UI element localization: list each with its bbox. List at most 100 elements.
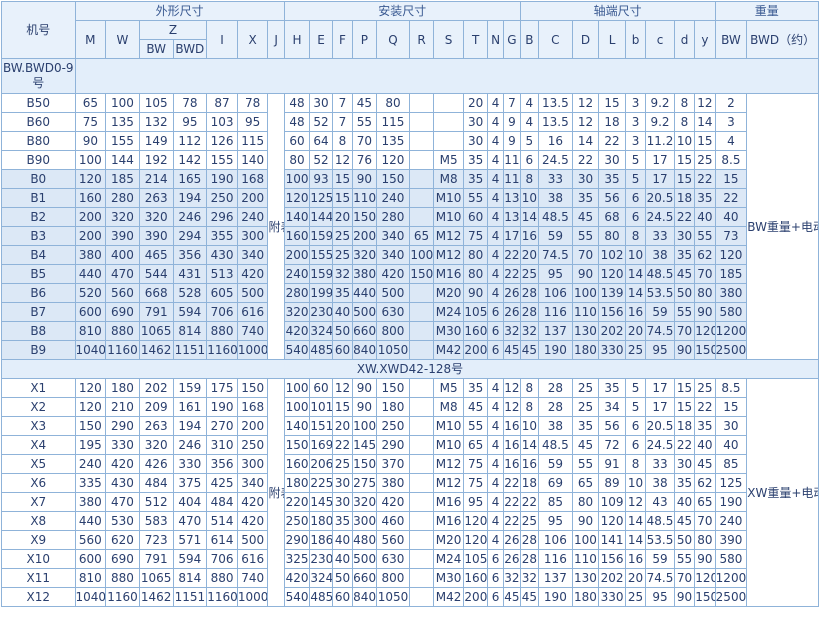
- col-b: b: [624, 20, 647, 59]
- table-row: B0 120 185 214 165 190 168 100 93 15 90 150 M8 35 4 11 8…: [1, 169, 819, 189]
- col-T: T: [463, 20, 488, 59]
- value-cell: 1040: [74, 340, 107, 360]
- value-cell: 4: [486, 435, 505, 455]
- value-cell: 500: [236, 283, 269, 303]
- value-cell: 420: [375, 492, 411, 512]
- value-cell: 20: [331, 416, 354, 436]
- model-cell: B6: [1, 283, 76, 303]
- value-cell: 95: [645, 587, 675, 607]
- value-cell: 159: [309, 226, 333, 246]
- value-cell: 180: [309, 511, 333, 531]
- value-cell: 155: [105, 131, 140, 151]
- value-cell: 14: [571, 131, 600, 151]
- group-install-dimensions: 安装尺寸: [283, 1, 521, 21]
- value-cell: 18: [598, 112, 626, 132]
- value-cell: 200: [352, 226, 377, 246]
- value-cell: 73: [714, 226, 748, 246]
- value-cell: 30: [714, 416, 748, 436]
- value-cell: 1000: [236, 340, 269, 360]
- value-cell: 144: [105, 150, 140, 170]
- value-cell: 380: [74, 245, 107, 265]
- value-cell: 55: [463, 188, 488, 208]
- value-cell: 1462: [138, 340, 174, 360]
- value-cell: 22: [331, 435, 354, 455]
- value-cell: 4: [486, 150, 505, 170]
- value-cell: 800: [375, 321, 411, 341]
- value-cell: 159: [309, 264, 333, 284]
- model-cell: X12: [1, 587, 76, 607]
- value-cell: 740: [236, 321, 269, 341]
- value-cell: 90: [673, 340, 696, 360]
- value-cell: 105: [138, 93, 174, 113]
- value-cell: [409, 511, 434, 531]
- value-cell: 9.2: [645, 112, 675, 132]
- value-cell: 100: [283, 378, 311, 398]
- value-cell: 126: [206, 131, 238, 151]
- value-cell: 110: [571, 549, 600, 569]
- value-cell: 76: [352, 150, 377, 170]
- value-cell: 120: [694, 568, 716, 588]
- value-cell: 660: [352, 321, 377, 341]
- value-cell: 59: [538, 226, 573, 246]
- value-cell: 194: [172, 416, 208, 436]
- value-cell: 14: [624, 511, 647, 531]
- value-cell: 195: [74, 435, 107, 455]
- value-cell: 200: [74, 207, 107, 227]
- value-cell: 35: [463, 169, 488, 189]
- value-cell: 540: [283, 587, 311, 607]
- value-cell: 8: [331, 131, 354, 151]
- value-cell: 35: [331, 283, 354, 303]
- table-row: B5065100105788778附表4830745802047413.5121…: [1, 93, 819, 360]
- value-cell: 35: [463, 150, 488, 170]
- value-cell: 32: [331, 264, 354, 284]
- model-cell: X2: [1, 397, 76, 417]
- value-cell: 1160: [206, 340, 238, 360]
- value-cell: 5: [624, 169, 647, 189]
- value-cell: 190: [714, 492, 748, 512]
- value-cell: 35: [463, 378, 488, 398]
- model-cell: B60: [1, 112, 76, 132]
- value-cell: [409, 454, 434, 474]
- model-cell: B80: [1, 131, 76, 151]
- value-cell: 420: [283, 568, 311, 588]
- value-cell: 431: [172, 264, 208, 284]
- value-cell: 95: [645, 340, 675, 360]
- value-cell: 24.5: [645, 435, 675, 455]
- table-row: X9 560 620 723 571 614 500 290 186 40 480 560 M20 120…: [1, 530, 819, 550]
- value-cell: 30: [673, 226, 696, 246]
- col-J: J: [267, 20, 285, 59]
- model-cell: X1: [1, 378, 76, 398]
- value-cell: 65: [694, 492, 716, 512]
- value-cell: [409, 150, 434, 170]
- model-cell: X7: [1, 492, 76, 512]
- value-cell: 25: [331, 226, 354, 246]
- value-cell: 116: [538, 549, 573, 569]
- value-cell: 25: [571, 397, 600, 417]
- value-cell: 105: [463, 549, 488, 569]
- table-row: X5 240 420 426 330 356 300 160 206 25 150 370 M12 75 4…: [1, 454, 819, 474]
- value-cell: 48: [283, 112, 311, 132]
- value-cell: 275: [352, 473, 377, 493]
- value-cell: [409, 435, 434, 455]
- value-cell: 1200: [714, 568, 748, 588]
- value-cell: 190: [538, 340, 573, 360]
- col-Z: Z: [138, 20, 208, 40]
- value-cell: M24: [432, 302, 465, 322]
- value-cell: 880: [105, 321, 140, 341]
- value-cell: 28: [519, 302, 540, 322]
- value-cell: 324: [309, 568, 333, 588]
- value-cell: 22: [503, 264, 521, 284]
- value-cell: 48.5: [645, 511, 675, 531]
- table-row: B9 1040 1160 1462 1151 1160 1000 540 485 60 840 105…: [1, 340, 819, 360]
- value-cell: 15: [331, 188, 354, 208]
- value-cell: 690: [105, 302, 140, 322]
- table-row: B6 520 560 668 528 605 500 280 199 35 440 500 M20 90 4…: [1, 283, 819, 303]
- value-cell: 580: [714, 549, 748, 569]
- value-cell: 1151: [172, 587, 208, 607]
- value-cell: 190: [206, 169, 238, 189]
- value-cell: 520: [74, 283, 107, 303]
- value-cell: 30: [331, 492, 354, 512]
- value-cell: 60: [463, 207, 488, 227]
- value-cell: 240: [714, 511, 748, 531]
- value-cell: 22: [598, 131, 626, 151]
